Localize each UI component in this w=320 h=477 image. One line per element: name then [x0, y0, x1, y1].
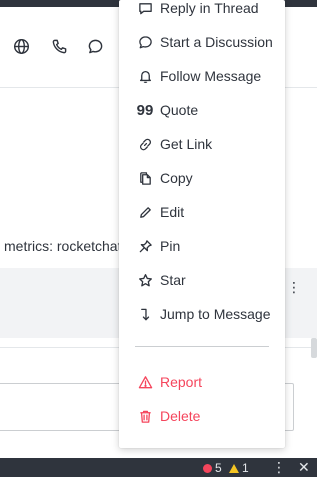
menu-item-delete[interactable]: Delete: [119, 399, 285, 433]
warning-count-value: 1: [242, 461, 249, 475]
devtools-status-bar: 5 1 ⋮ ✕: [0, 458, 317, 477]
trash-icon: [137, 408, 153, 424]
menu-item-pin[interactable]: Pin: [119, 229, 285, 263]
menu-divider: [135, 346, 269, 347]
menu-item-label: Copy: [160, 170, 193, 186]
menu-item-label: Edit: [160, 204, 185, 220]
message-text: metrics: rocketchat: [4, 238, 122, 254]
menu-item-quote[interactable]: 99 Quote: [119, 93, 285, 127]
close-icon[interactable]: ✕: [298, 459, 310, 476]
phone-icon[interactable]: [50, 37, 68, 55]
menu-item-get-link[interactable]: Get Link: [119, 127, 285, 161]
discussion-icon: [137, 34, 153, 50]
message-actions-menu: Reply in Thread Start a Discussion Follo…: [119, 0, 285, 448]
link-icon: [137, 136, 153, 152]
pin-icon: [137, 238, 153, 254]
menu-item-label: Get Link: [160, 136, 213, 152]
discussion-icon[interactable]: [86, 37, 104, 55]
error-count[interactable]: 5: [203, 461, 222, 475]
warning-icon: [137, 374, 153, 390]
quote-icon: 99: [136, 101, 154, 119]
error-count-value: 5: [215, 461, 222, 475]
menu-item-label: Pin: [160, 238, 181, 254]
menu-item-star[interactable]: Star: [119, 263, 285, 297]
menu-item-jump-to-message[interactable]: Jump to Message: [119, 297, 285, 331]
menu-item-label: Reply in Thread: [160, 0, 259, 16]
scrollbar-thumb[interactable]: [311, 338, 317, 358]
more-options-icon[interactable]: ⋮: [272, 459, 286, 476]
menu-item-reply-in-thread[interactable]: Reply in Thread: [119, 0, 285, 25]
menu-item-edit[interactable]: Edit: [119, 195, 285, 229]
menu-item-label: Follow Message: [160, 68, 262, 84]
jump-icon: [137, 306, 153, 322]
bell-icon: [137, 68, 153, 84]
copy-icon: [137, 170, 153, 186]
error-icon: [203, 463, 212, 473]
menu-item-label: Report: [160, 374, 203, 390]
menu-item-report[interactable]: Report: [119, 365, 285, 399]
message-kebab-icon[interactable]: ⋮: [287, 278, 301, 296]
menu-item-follow-message[interactable]: Follow Message: [119, 59, 285, 93]
warning-icon: [229, 463, 239, 473]
warning-count[interactable]: 1: [229, 461, 249, 475]
menu-item-label: Quote: [160, 102, 199, 118]
star-icon: [137, 272, 153, 288]
globe-icon[interactable]: [12, 37, 30, 55]
menu-item-label: Delete: [160, 408, 201, 424]
menu-item-copy[interactable]: Copy: [119, 161, 285, 195]
menu-item-label: Star: [160, 272, 186, 288]
thread-icon: [137, 0, 153, 16]
edit-icon: [137, 204, 153, 220]
menu-item-label: Start a Discussion: [160, 34, 273, 50]
menu-item-start-discussion[interactable]: Start a Discussion: [119, 25, 285, 59]
menu-item-label: Jump to Message: [160, 306, 271, 322]
